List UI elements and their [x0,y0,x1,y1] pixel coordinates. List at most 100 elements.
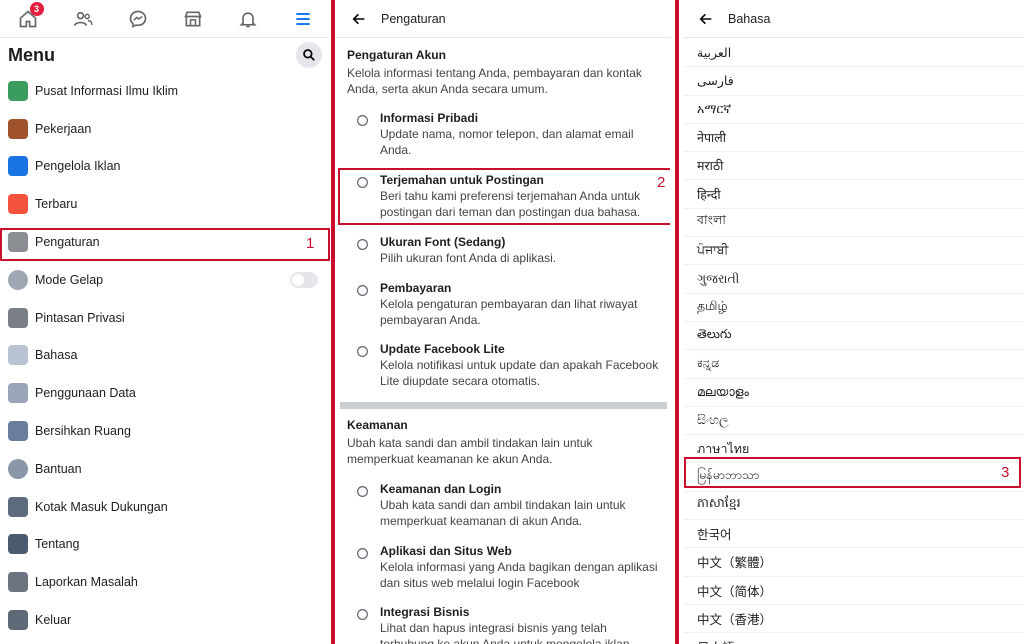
menu-item-label: Pengelola Iklan [35,159,121,174]
briefcase-outline-icon [355,607,369,621]
settings-item-desc: Pilih ukuran font Anda di aplikasi. [380,251,557,265]
marketplace-icon[interactable] [180,6,206,32]
language-option[interactable]: नेपाली [684,124,1024,153]
language-icon [8,345,28,366]
language-option[interactable]: ਪੰਜਾਬੀ [684,237,1024,266]
menu-item[interactable]: Laporkan Masalah [0,563,330,601]
language-option[interactable]: فارسی [684,67,1024,96]
back-arrow-icon[interactable] [698,11,714,27]
settings-item[interactable]: Keamanan dan Login Ubah kata sandi dan am… [337,481,670,529]
menu-item[interactable]: Bantuan [0,450,330,488]
language-option[interactable]: සිංහල [684,407,1024,436]
menu-item[interactable]: Keluar [0,601,330,639]
step-number-3: 3 [1001,464,1010,481]
menu-item-label: Kotak Masuk Dukungan [35,499,168,514]
menu-item[interactable]: Pekerjaan [0,110,330,148]
settings-item[interactable]: Integrasi Bisnis Lihat dan hapus integras… [337,604,670,644]
menu-item-label: Bantuan [35,461,82,476]
settings-item-desc: Kelola informasi yang Anda bagikan denga… [380,560,658,590]
menu-item-label: Tentang [35,537,80,552]
menu-title: Menu [8,44,55,65]
settings-item-desc: Update nama, nomor telepon, dan alamat e… [380,127,634,157]
language-option[interactable]: ភាសាខ្មែរ [684,492,1024,521]
settings-header: Pengaturan [337,0,670,38]
language-option[interactable]: አማርኛ [684,96,1024,124]
payment-tag-icon [355,283,369,297]
menu-item[interactable]: Penggunaan Data [0,374,330,412]
settings-item[interactable]: Informasi Pribadi Update nama, nomor tele… [337,110,670,158]
highlight-box-1 [0,228,330,261]
settings-item-desc: Lihat dan hapus integrasi bisnis yang te… [380,621,630,644]
menu-item-label: Pekerjaan [35,121,92,136]
menu-list: Pusat Informasi Ilmu Iklim Pekerjaan Penge… [0,72,330,639]
facebook-icon [355,344,369,358]
language-option[interactable]: മലയാളം [684,379,1024,407]
home-icon[interactable]: 3 [15,1,44,32]
warning-icon [8,572,28,593]
font-size-icon [355,237,369,251]
settings-item[interactable]: Ukuran Font (Sedang) Pilih ukuran font An… [337,234,670,266]
language-option[interactable]: 한국어 [684,520,1024,549]
bell-icon[interactable] [235,6,261,32]
hamburger-menu-icon[interactable] [290,6,316,32]
language-option[interactable]: বাংলা [684,209,1024,238]
search-button[interactable] [296,42,322,68]
language-option[interactable]: 中文（简体） [684,577,1024,605]
menu-item-label: Bersihkan Ruang [35,424,131,439]
user-circle-icon [355,113,369,127]
language-option[interactable]: తెలుగు [684,322,1024,351]
highlight-box-3 [684,457,1021,488]
menu-item-label: Pintasan Privasi [35,310,125,325]
messenger-icon[interactable] [125,6,151,32]
settings-item[interactable]: Aplikasi dan Situs Web Kelola informasi y… [337,543,670,591]
search-icon [303,49,315,61]
menu-item-label: Mode Gelap [35,272,104,287]
language-option[interactable]: ગુજરાતી [684,265,1024,294]
friends-icon[interactable] [70,6,96,32]
separator-1 [331,0,335,644]
language-option[interactable]: 中文（香港） [684,605,1024,634]
menu-item-label: Bahasa [35,348,78,363]
menu-item-label: Keluar [35,613,72,628]
language-title: Bahasa [728,11,771,26]
settings-item[interactable]: Pembayaran Kelola pengaturan pembayaran d… [337,280,670,328]
data-usage-icon [8,383,28,404]
language-option[interactable]: ಕನ್ನಡ [684,350,1024,379]
dark-mode-toggle[interactable] [290,271,318,288]
language-option[interactable]: मराठी [684,152,1024,181]
shield-icon [355,484,369,498]
language-option[interactable]: العربية [684,39,1024,68]
menu-item[interactable]: Kotak Masuk Dukungan [0,488,330,526]
broom-icon [8,421,28,442]
settings-panel: Pengaturan Pengaturan Akun Kelola inform… [337,0,670,644]
cube-icon [355,546,369,560]
language-option[interactable]: 中文（繁體） [684,548,1024,577]
settings-item-title: Integrasi Bisnis [380,605,470,619]
language-option[interactable]: हिन्दी [684,180,1024,209]
menu-item-label: Penggunaan Data [35,386,136,401]
settings-item-desc: Kelola pengaturan pembayaran dan lihat r… [380,297,638,327]
ads-manager-icon [8,156,28,177]
security-section-title: Keamanan [347,418,408,432]
menu-header: Menu [0,38,330,72]
language-option[interactable]: 日本語 [684,633,1024,644]
menu-item[interactable]: Tentang [0,526,330,564]
menu-item[interactable]: Pusat Informasi Ilmu Iklim [0,72,330,110]
back-arrow-icon[interactable] [351,11,367,27]
menu-item[interactable]: Bersihkan Ruang [0,412,330,450]
menu-item-label: Pusat Informasi Ilmu Iklim [35,83,179,98]
moon-icon [8,269,28,290]
settings-item[interactable]: Update Facebook Lite Kelola notifikasi un… [337,341,670,389]
account-section-desc: Kelola informasi tentang Anda, pembayara… [347,66,642,96]
settings-item-title: Ukuran Font (Sedang) [380,235,506,249]
menu-item[interactable]: Terbaru [0,185,330,223]
language-option[interactable]: தமிழ் [684,294,1024,322]
settings-item-title: Aplikasi dan Situs Web [380,544,512,558]
menu-item[interactable]: Pengelola Iklan [0,148,330,186]
menu-item[interactable]: Pintasan Privasi [0,299,330,337]
settings-item-title: Informasi Pribadi [380,111,479,125]
lock-icon [8,307,28,328]
menu-item[interactable]: Bahasa [0,337,330,375]
account-section-title: Pengaturan Akun [347,48,446,62]
menu-item[interactable]: Mode Gelap [0,261,330,299]
